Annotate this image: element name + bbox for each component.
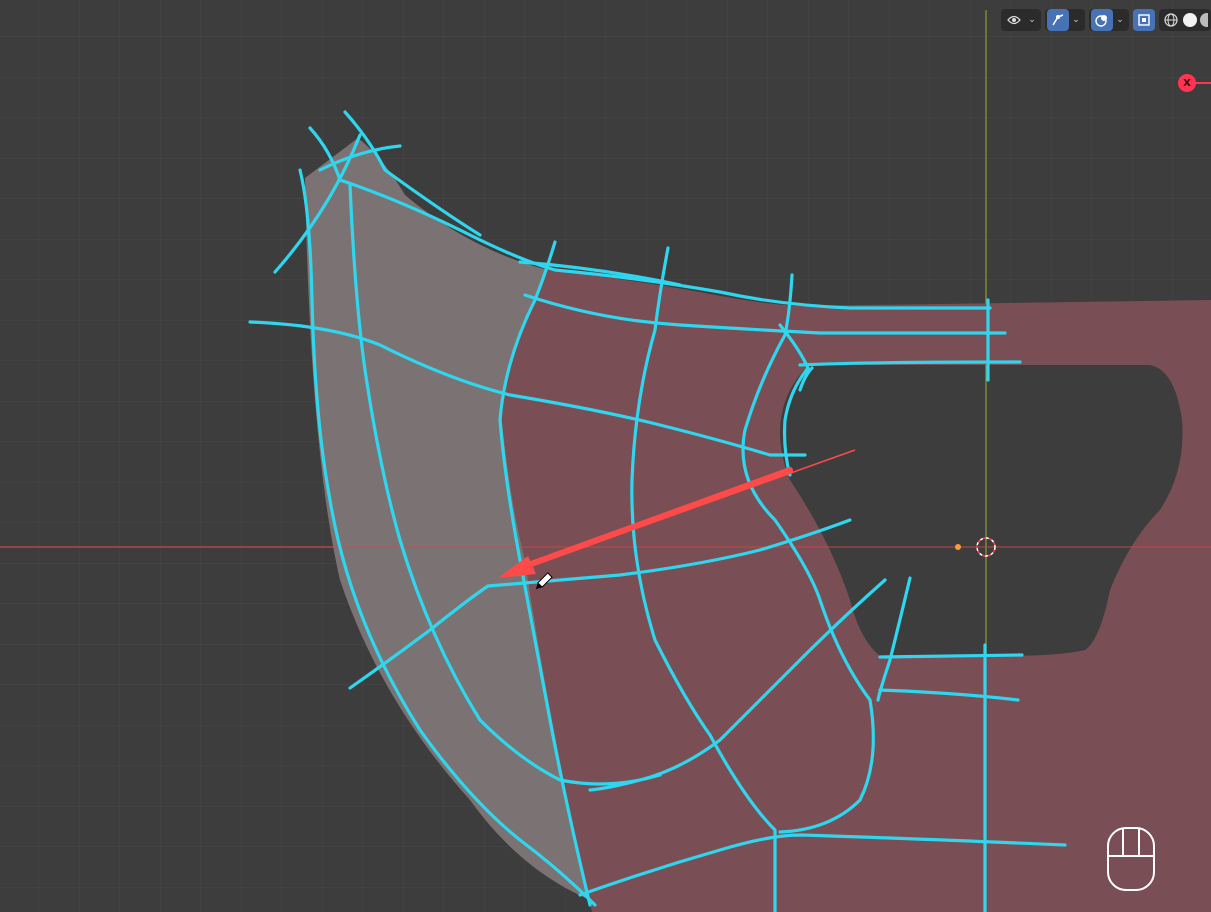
mouse-left-click-icon bbox=[1106, 826, 1156, 892]
gizmo-group: ⌄ bbox=[1045, 9, 1085, 31]
chevron-down-icon[interactable]: ⌄ bbox=[1113, 9, 1127, 31]
object-origin-dot bbox=[955, 544, 961, 550]
visibility-group: ⌄ bbox=[1001, 9, 1041, 31]
3d-viewport[interactable] bbox=[0, 0, 1211, 912]
overlay-toggle-icon[interactable] bbox=[1091, 9, 1113, 31]
annotation-stroke bbox=[878, 653, 1024, 659]
material-shading-icon[interactable] bbox=[1200, 13, 1208, 27]
gizmo-x-axis-line bbox=[1196, 82, 1211, 84]
wireframe-shading-icon[interactable] bbox=[1162, 9, 1180, 31]
visibility-eye-icon[interactable] bbox=[1003, 9, 1025, 31]
viewport-canvas[interactable] bbox=[0, 0, 1211, 912]
overlay-group: ⌄ bbox=[1089, 9, 1129, 31]
gizmo-toggle-icon[interactable] bbox=[1047, 9, 1069, 31]
viewport-header-controls: ⌄ ⌄ ⌄ bbox=[1001, 8, 1211, 32]
shading-group bbox=[1159, 9, 1211, 31]
xray-toggle-icon[interactable] bbox=[1133, 9, 1155, 31]
gizmo-x-axis[interactable]: X bbox=[1178, 74, 1196, 92]
chevron-down-icon[interactable]: ⌄ bbox=[1069, 9, 1083, 31]
chevron-down-icon[interactable]: ⌄ bbox=[1025, 9, 1039, 31]
solid-shading-icon[interactable] bbox=[1183, 13, 1197, 27]
